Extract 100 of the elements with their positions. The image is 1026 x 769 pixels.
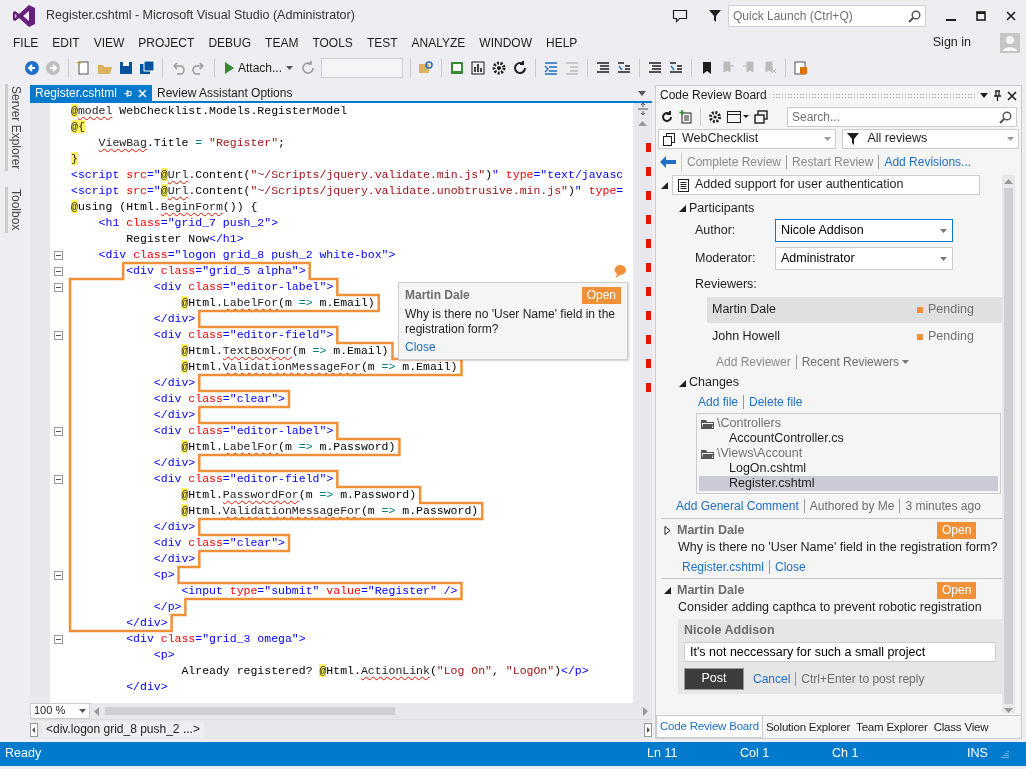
- funnel-icon[interactable]: [708, 9, 722, 23]
- action-link[interactable]: Add file: [693, 394, 744, 409]
- menu-item[interactable]: DEBUG: [201, 35, 259, 51]
- moderator-dropdown[interactable]: Administrator: [775, 247, 953, 271]
- menu-item[interactable]: TEAM: [258, 35, 306, 51]
- scroll-left-icon[interactable]: [30, 722, 38, 737]
- quick-launch-field[interactable]: Quick Launch (Ctrl+Q): [728, 5, 926, 27]
- breadcrumb[interactable]: <div.logon grid_8 push_2 ...>: [42, 722, 204, 737]
- pin-icon[interactable]: [993, 90, 1002, 101]
- outdent-icon[interactable]: [543, 60, 560, 76]
- filter-dropdown[interactable]: All reviews: [841, 129, 1019, 149]
- menu-item[interactable]: PROJECT: [131, 35, 202, 51]
- collapse-icon[interactable]: [53, 250, 63, 260]
- search-field[interactable]: Search...: [787, 107, 1017, 127]
- action-link[interactable]: Add Revisions...: [878, 155, 977, 169]
- panel-tab[interactable]: Team Explorer: [853, 716, 931, 738]
- dropdown-arrow-icon[interactable]: [638, 90, 646, 96]
- refresh-icon[interactable]: [512, 60, 529, 76]
- reply-field[interactable]: It's not neccessary for such a small project: [684, 641, 996, 662]
- collapse-icon[interactable]: [53, 282, 63, 292]
- expanded-triangle-icon[interactable]: [679, 205, 686, 213]
- maximize-icon[interactable]: [976, 11, 986, 21]
- project-dropdown[interactable]: WebChecklist: [658, 129, 836, 149]
- split-handle-icon[interactable]: [636, 103, 649, 115]
- action-link[interactable]: Add General Comment: [671, 498, 804, 513]
- dropdown-arrow-icon[interactable]: [980, 93, 988, 98]
- action-link[interactable]: Close: [769, 559, 811, 574]
- changed-source-entry[interactable]: AccountController.cs: [699, 430, 998, 446]
- menu-item[interactable]: WINDOW: [472, 35, 539, 51]
- action-link[interactable]: Recent Reviewers: [795, 355, 915, 370]
- scroll-right-icon[interactable]: [644, 722, 652, 737]
- changed-source-entry[interactable]: LogOn.cshtml: [699, 460, 998, 476]
- comment-lines-icon[interactable]: [595, 60, 612, 76]
- settings-icon[interactable]: [708, 110, 722, 124]
- post-button[interactable]: Post: [684, 667, 744, 690]
- bar-chart-icon[interactable]: [470, 60, 487, 76]
- side-tab[interactable]: Toolbox: [5, 187, 23, 233]
- menu-item[interactable]: VIEW: [86, 35, 132, 51]
- menu-item[interactable]: ANALYZE: [404, 35, 473, 51]
- scrollbar-thumb[interactable]: [1004, 188, 1013, 704]
- search-input[interactable]: Search...: [792, 109, 999, 125]
- save-icon[interactable]: [118, 60, 134, 76]
- menu-item[interactable]: TEST: [359, 35, 405, 51]
- close-link[interactable]: Close: [405, 340, 436, 354]
- panel-tab[interactable]: Code Review Board: [656, 716, 763, 738]
- menu-item[interactable]: FILE: [6, 35, 46, 51]
- expanded-triangle-icon[interactable]: [664, 587, 671, 594]
- speech-bubble-icon[interactable]: [672, 8, 688, 24]
- side-tab[interactable]: Server Explorer: [5, 84, 23, 172]
- expanded-triangle-icon[interactable]: [679, 379, 686, 387]
- vertical-scrollbar[interactable]: [1002, 175, 1015, 713]
- reviewer-row[interactable]: John Howell Pending: [707, 324, 1002, 351]
- attach-button[interactable]: Attach...: [222, 60, 296, 76]
- collapse-icon[interactable]: [53, 266, 63, 276]
- folder-tree-node[interactable]: \Views\Account: [699, 445, 998, 461]
- overview-scrollbar[interactable]: [633, 103, 652, 703]
- comment-lines-icon[interactable]: [647, 60, 664, 76]
- editor-tab[interactable]: Review Assistant Options: [152, 85, 298, 101]
- search-icon[interactable]: [908, 9, 921, 23]
- collapse-icon[interactable]: [53, 474, 63, 484]
- collapse-icon[interactable]: [53, 426, 63, 436]
- search-icon[interactable]: [999, 110, 1012, 124]
- zoom-dropdown[interactable]: 100 %: [30, 703, 90, 719]
- expanded-triangle-icon[interactable]: [661, 181, 668, 189]
- collapse-icon[interactable]: [53, 634, 63, 644]
- action-link[interactable]: Delete file: [743, 394, 808, 409]
- scrollbar-thumb[interactable]: [105, 707, 395, 715]
- quick-launch-input[interactable]: Quick Launch (Ctrl+Q): [733, 8, 908, 24]
- menu-item[interactable]: HELP: [539, 35, 585, 51]
- collapse-icon[interactable]: [53, 570, 63, 580]
- cancel-link[interactable]: Cancel: [748, 671, 796, 686]
- new-item-icon[interactable]: [76, 60, 92, 76]
- close-icon[interactable]: [1007, 90, 1017, 101]
- refresh-icon[interactable]: [660, 110, 674, 124]
- close-icon[interactable]: [1006, 11, 1016, 21]
- windows-icon[interactable]: [754, 110, 768, 124]
- menu-item[interactable]: TOOLS: [305, 35, 360, 51]
- review-title-panel[interactable]: Added support for user authentication: [672, 175, 980, 195]
- menu-item[interactable]: EDIT: [45, 35, 87, 51]
- panel-tab[interactable]: Solution Explorer: [762, 716, 854, 738]
- clipboard-icon[interactable]: [793, 60, 810, 76]
- changed-source-entry[interactable]: Register.cshtml: [699, 475, 998, 491]
- action-link[interactable]: Register.cshtml: [677, 559, 770, 574]
- sign-in-link[interactable]: Sign in: [925, 35, 978, 51]
- panel-tab[interactable]: Class View: [930, 716, 992, 738]
- save-all-icon[interactable]: [139, 60, 155, 76]
- new-document-icon[interactable]: [679, 110, 693, 124]
- back-arrow-icon[interactable]: [660, 156, 676, 168]
- collapse-icon[interactable]: [53, 330, 63, 340]
- find-in-files-icon[interactable]: [418, 60, 435, 76]
- settings-icon[interactable]: [491, 60, 508, 76]
- window-icon[interactable]: [449, 60, 466, 76]
- layout-dropdown-icon[interactable]: [727, 110, 749, 124]
- reviewer-row[interactable]: Martin Dale Pending: [707, 297, 1002, 324]
- uncomment-lines-icon[interactable]: [616, 60, 633, 76]
- author-dropdown[interactable]: Nicole Addison: [775, 219, 953, 243]
- collapsed-triangle-icon[interactable]: [664, 526, 671, 536]
- uncomment-lines-icon[interactable]: [668, 60, 685, 76]
- resize-grip-icon[interactable]: [1001, 750, 1009, 758]
- folder-tree-node[interactable]: \Controllers: [699, 415, 998, 431]
